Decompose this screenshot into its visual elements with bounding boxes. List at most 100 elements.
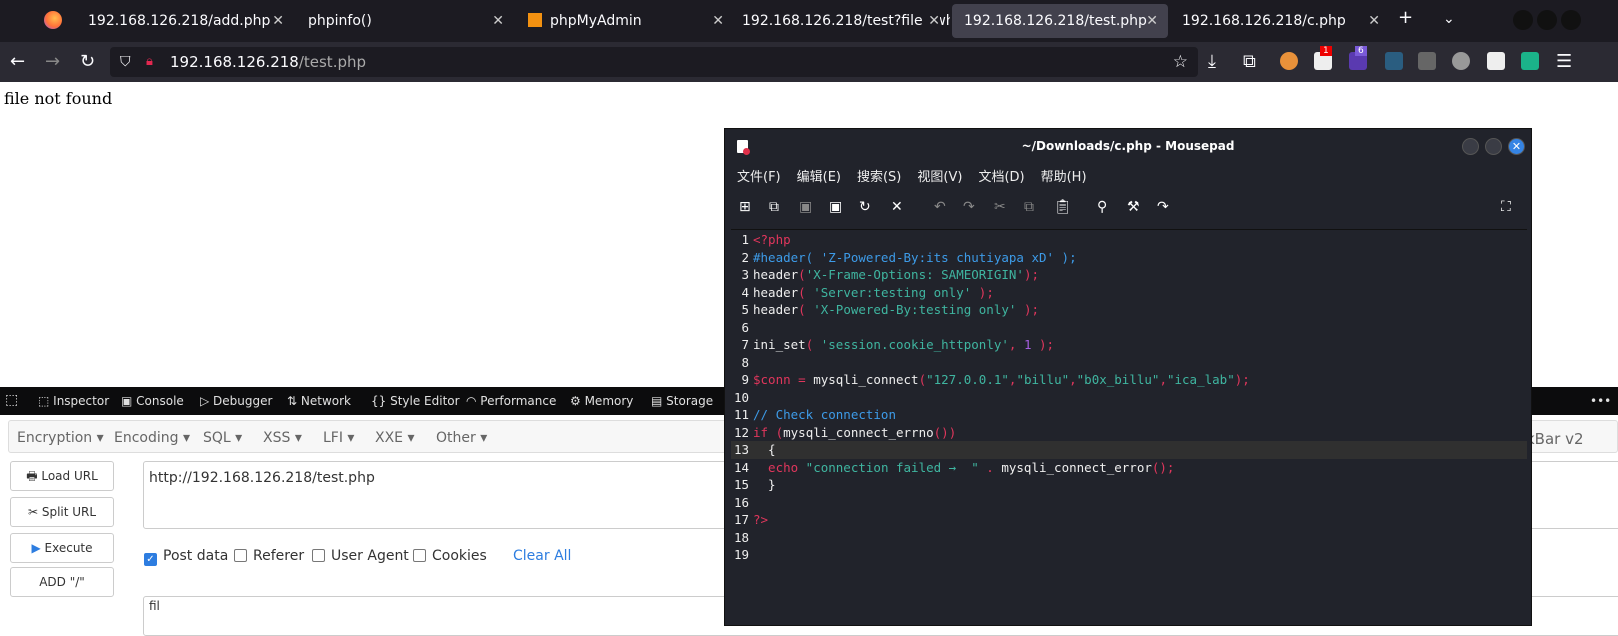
split-url-button[interactable]: ✂ Split URL [10,497,114,527]
user-agent-checkbox[interactable]: User Agent [312,548,409,564]
back-icon[interactable]: ← [10,51,25,72]
paste-icon[interactable]: 📋︎ [1054,199,1072,215]
minimize-button[interactable] [1462,138,1479,155]
menu-icon[interactable]: ☰ [1556,51,1572,72]
extension-code-icon[interactable] [1521,52,1539,70]
code-line[interactable]: 5 header( 'X-Powered-By:testing only' ); [731,301,1527,319]
tab-c-php[interactable]: 192.168.126.218/c.php ✕ [1170,4,1390,38]
clear-all-link[interactable]: Clear All [513,548,571,564]
tab-phpmyadmin[interactable]: phpMyAdmin ✕ [516,4,734,38]
devtools-tab-console[interactable]: ▣ Console [121,394,184,408]
code-editor[interactable]: 1 <?php 2 #header( 'Z-Powered-By:its chutiy… [731,229,1527,627]
new-window-icon[interactable]: ⧉ [769,199,779,215]
maximize-button[interactable] [1537,10,1557,30]
cookies-checkbox[interactable]: Cookies [413,548,487,564]
tab-test-php[interactable]: 192.168.126.218/test.php ✕ [952,4,1168,38]
tab-add-php[interactable]: 192.168.126.218/add.php ✕ [76,4,294,38]
load-url-button[interactable]: 🖶︎ Load URL [10,461,114,491]
undo-icon[interactable]: ↶ [934,199,946,215]
list-tabs-chevron-icon[interactable]: ⌄ [1443,11,1455,27]
code-line[interactable]: 14 echo "connection failed → " . mysqli_… [731,459,1527,477]
close-tab-icon[interactable]: ✕ [1368,4,1380,38]
reload-icon[interactable]: ↻ [859,199,871,215]
cut-icon[interactable]: ✂ [994,199,1006,215]
menu-view[interactable]: 视图(V) [917,170,962,185]
replace-icon[interactable]: ⚒ [1127,199,1140,215]
devtools-tab-performance[interactable]: ◠ Performance [466,394,556,408]
code-line[interactable]: 15 } [731,476,1527,494]
code-line[interactable]: 4 header( 'Server:testing only' ); [731,284,1527,302]
close-tab-icon[interactable]: ✕ [492,4,504,38]
extension-agent-icon[interactable] [1418,52,1436,70]
code-line[interactable]: 1 <?php [731,231,1527,249]
close-document-icon[interactable]: ✕ [891,199,903,215]
code-line[interactable]: 2 #header( 'Z-Powered-By:its chutiyapa xD… [731,249,1527,267]
extension-spy-icon[interactable] [1385,52,1403,70]
maximize-button[interactable] [1485,138,1502,155]
extension-blocker-icon[interactable] [1280,52,1298,70]
code-line[interactable]: 13 { [731,441,1527,459]
devtools-tab-memory[interactable]: ⚙ Memory [570,394,633,408]
devtools-tab-network[interactable]: ⇅ Network [287,394,351,408]
menu-file[interactable]: 文件(F) [737,170,781,185]
code-line[interactable]: 12 if (mysqli_connect_errno()) [731,424,1527,442]
downloads-icon[interactable]: ⤓ [1208,51,1216,72]
shield-icon[interactable]: ⛉ [120,47,131,77]
close-tab-icon[interactable]: ✕ [924,4,940,38]
save-icon[interactable]: ▣ [799,199,812,215]
menu-sql[interactable]: SQL ▾ [203,430,242,446]
referer-checkbox[interactable]: Referer [234,548,304,564]
devtools-tab-inspector[interactable]: ⬚ Inspector [38,394,109,408]
menu-document[interactable]: 文档(D) [978,170,1024,185]
code-line[interactable]: 11 // Check connection [731,406,1527,424]
menu-xxe[interactable]: XXE ▾ [375,430,415,446]
code-line[interactable]: 3 header('X-Frame-Options: SAMEORIGIN'); [731,266,1527,284]
add-slash-button[interactable]: ADD "/" [10,567,114,597]
tab-phpinfo[interactable]: phpinfo() ✕ [296,4,514,38]
reload-icon[interactable]: ↻ [80,51,95,72]
tab-test-file[interactable]: 192.168.126.218/test?file=wh ✕ [730,4,950,38]
menu-other[interactable]: Other ▾ [436,430,487,446]
menu-encryption[interactable]: Encryption ▾ [17,430,104,446]
copy-icon[interactable]: ⧉ [1024,199,1034,215]
post-data-checkbox[interactable]: ✓ Post data [144,548,228,566]
insecure-lock-icon[interactable]: 🔒︎ [146,47,153,77]
code-line[interactable]: 8 [731,354,1527,372]
menu-help[interactable]: 帮助(H) [1041,170,1087,185]
code-line[interactable]: 19 [731,546,1527,564]
close-tab-icon[interactable]: ✕ [272,4,284,38]
fullscreen-icon[interactable]: ⛶ [1501,199,1511,215]
devtools-tab-style-editor[interactable]: {} Style Editor [371,394,460,408]
devtools-tab-storage[interactable]: ▤ Storage [651,394,713,408]
code-line[interactable]: 6 [731,319,1527,337]
new-document-icon[interactable]: ⊞ [739,199,751,215]
bookmark-star-icon[interactable]: ☆ [1173,47,1188,77]
extension-add-icon[interactable] [1487,52,1505,70]
code-line[interactable]: 9 $conn = mysqli_connect("127.0.0.1","bil… [731,371,1527,389]
new-tab-button[interactable]: + [1398,7,1413,28]
extension-cmd-icon[interactable] [1452,52,1470,70]
search-icon[interactable]: ⚲ [1097,199,1107,215]
url-bar[interactable]: ⛉ 🔒︎ 192.168.126.218/test.php ☆ [110,47,1198,77]
menu-xss[interactable]: XSS ▾ [263,430,302,446]
close-tab-icon[interactable]: ✕ [712,4,724,38]
extensions-icon[interactable]: ⧉ [1243,51,1256,72]
code-line[interactable]: 18 [731,529,1527,547]
devtools-more-icon[interactable]: ••• [1590,394,1611,408]
close-window-button[interactable] [1561,10,1581,30]
redo-icon[interactable]: ↷ [963,199,975,215]
save-as-icon[interactable]: ▣ [829,199,842,215]
devtools-tab-debugger[interactable]: ▷ Debugger [200,394,272,408]
code-line[interactable]: 10 [731,389,1527,407]
goto-line-icon[interactable]: ↷ [1157,199,1169,215]
close-button[interactable]: ✕ [1508,138,1525,155]
menu-search[interactable]: 搜索(S) [857,170,901,185]
element-picker-icon[interactable]: ⬚ [5,392,18,408]
menu-encoding[interactable]: Encoding ▾ [114,430,190,446]
extension-qr-icon[interactable]: 1 [1314,46,1332,70]
execute-button[interactable]: ▶ Execute [10,533,114,563]
code-line[interactable]: 7 ini_set( 'session.cookie_httponly', 1 )… [731,336,1527,354]
code-line[interactable]: 17 ?> [731,511,1527,529]
menu-lfi[interactable]: LFI ▾ [323,430,354,446]
menu-edit[interactable]: 编辑(E) [797,170,841,185]
